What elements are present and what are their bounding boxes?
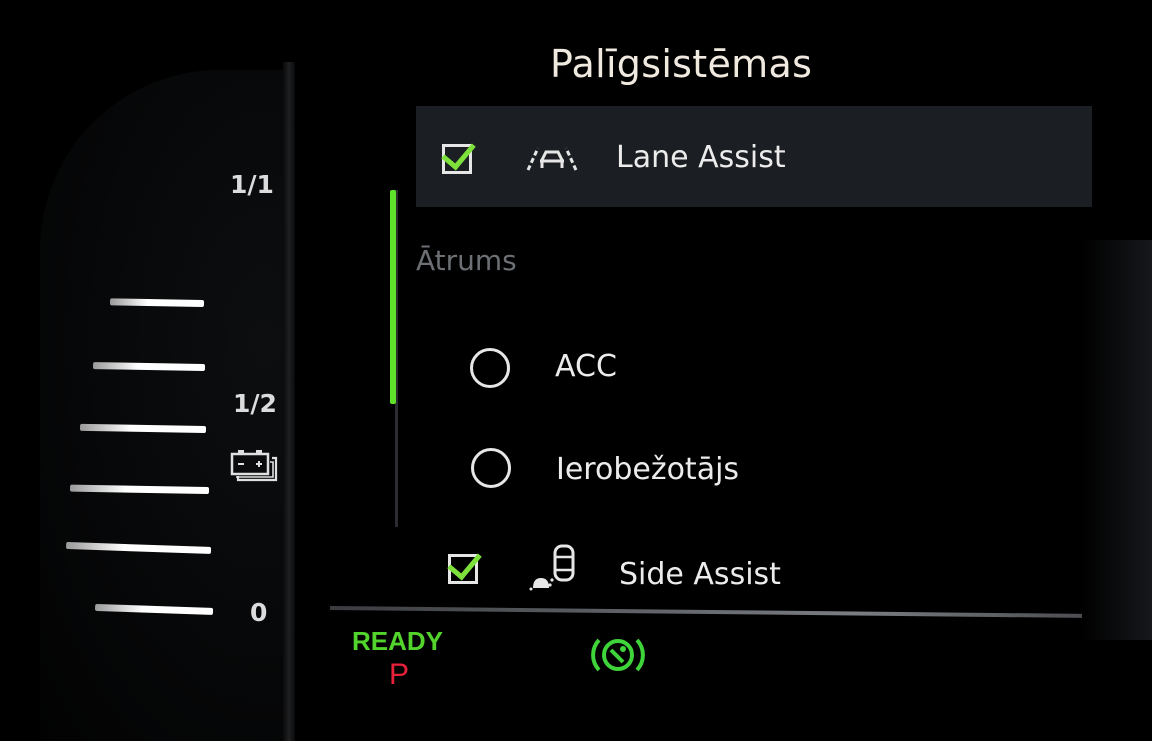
scrollbar-thumb[interactable]	[390, 190, 396, 404]
gear-indicator: P	[389, 658, 410, 691]
menu-title: Palīgsistēmas	[550, 42, 813, 86]
driver-assist-menu: Palīgsistēmas Lane Assist Ātrums ACC Ier…	[329, 0, 1152, 741]
section-heading-speed: Ātrums	[416, 244, 517, 277]
check-icon	[447, 544, 482, 581]
range-gauge: 1/1 1/2 0	[0, 0, 330, 741]
gauge-label-empty: 0	[250, 598, 268, 627]
menu-item-lane-assist[interactable]: Lane Assist	[416, 106, 1092, 207]
menu-item-speed-limiter[interactable]: Ierobežotājs	[461, 444, 1021, 500]
menu-item-acc[interactable]: ACC	[460, 340, 1020, 396]
gauge-rim	[283, 62, 295, 741]
side-assist-checkbox[interactable]	[447, 544, 482, 584]
lane-assist-checkbox[interactable]	[441, 134, 476, 174]
panel-edge-shade	[1082, 240, 1152, 640]
acc-label: ACC	[555, 349, 617, 384]
lane-assist-label: Lane Assist	[616, 140, 786, 175]
gauge-label-half: 1/2	[233, 389, 277, 418]
status-divider	[329, 606, 1082, 618]
gauge-label-full: 1/1	[230, 170, 274, 199]
ready-indicator: READY	[352, 626, 444, 656]
acc-radio[interactable]	[470, 348, 510, 388]
battery-icon	[230, 450, 278, 482]
speed-limiter-radio[interactable]	[471, 448, 511, 488]
parking-brake-icon	[591, 638, 645, 672]
check-icon	[441, 134, 476, 171]
side-assist-label: Side Assist	[619, 557, 781, 592]
menu-item-side-assist[interactable]: Side Assist	[430, 540, 990, 604]
side-assist-icon	[529, 544, 575, 591]
speed-limiter-label: Ierobežotājs	[556, 452, 740, 487]
lane-assist-icon	[526, 147, 578, 171]
